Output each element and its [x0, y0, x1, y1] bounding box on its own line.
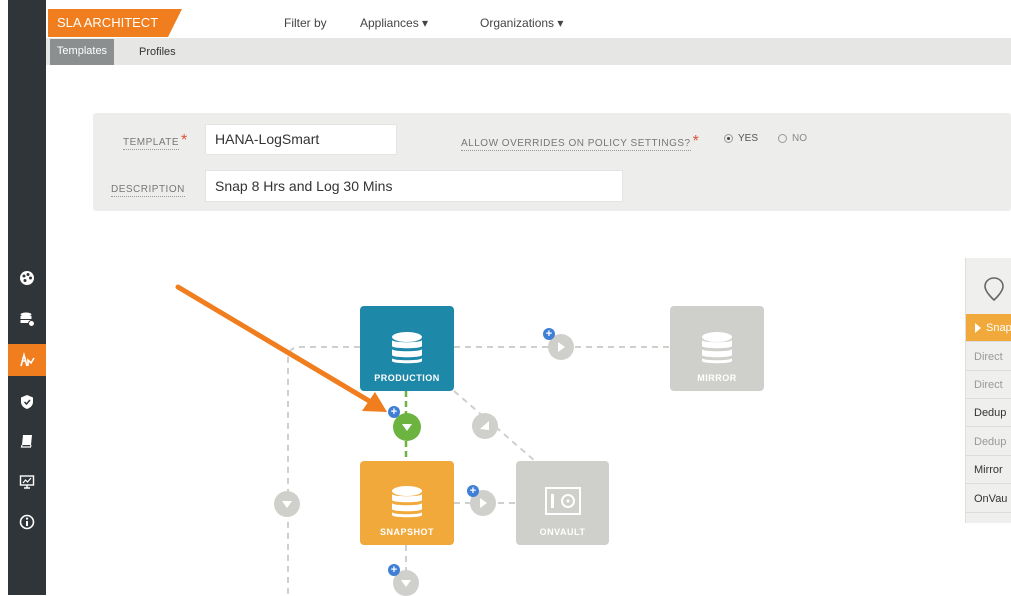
snapshot-node[interactable]: SNAPSHOT [360, 461, 454, 545]
palette-item-dedup-2[interactable]: Dedup [966, 428, 1011, 456]
palette-item-label: Direct [974, 351, 1003, 363]
palette-item-label: Snap [986, 322, 1011, 334]
chevron-right-icon [558, 342, 565, 352]
palette-item-label: OnVau [974, 493, 1008, 505]
palette-item-label: Dedup [974, 436, 1007, 448]
chevron-down-icon [401, 580, 411, 587]
side-branch-connector[interactable] [274, 491, 300, 517]
palette-item-dedup[interactable]: Dedup [966, 399, 1011, 427]
add-policy-plus-icon[interactable]: + [388, 406, 400, 418]
production-to-snapshot-connector[interactable] [393, 413, 421, 441]
palette-item-label: Dedup [974, 407, 1007, 419]
chevron-right-icon [480, 498, 487, 508]
snapshot-label: SNAPSHOT [379, 527, 434, 537]
palette-item-label: Direct [974, 379, 1003, 391]
palette-item-onvault[interactable]: OnVau [966, 485, 1011, 513]
chevron-down-icon [282, 501, 292, 508]
onvault-label: ONVAULT [539, 527, 586, 537]
palette-item-snap[interactable]: Snap [966, 314, 1011, 342]
caret-right-icon [975, 323, 981, 333]
database-icon [702, 332, 732, 364]
workflow-connectors [175, 284, 670, 595]
add-downstream-plus-icon[interactable]: + [388, 564, 400, 576]
chevron-down-icon [402, 424, 412, 431]
palette-item-direct-2[interactable]: Direct [966, 371, 1011, 399]
location-pin-icon [984, 277, 1004, 306]
palette-item-mirror[interactable]: Mirror [966, 456, 1011, 484]
database-icon [392, 486, 422, 518]
onvault-node[interactable]: ONVAULT [516, 461, 609, 545]
production-label: PRODUCTION [374, 373, 440, 383]
add-mirror-plus-icon[interactable]: + [543, 328, 555, 340]
vault-icon [544, 487, 581, 515]
production-node[interactable]: PRODUCTION [360, 306, 454, 391]
add-onvault-plus-icon[interactable]: + [467, 485, 479, 497]
mirror-label: MIRROR [697, 373, 737, 383]
production-to-onvault-connector[interactable] [472, 413, 498, 439]
palette-item-direct[interactable]: Direct [966, 343, 1011, 371]
chevron-up-left-icon [480, 421, 489, 430]
mirror-node[interactable]: MIRROR [670, 306, 764, 391]
database-icon [392, 332, 422, 364]
palette-item-label: Mirror [974, 464, 1003, 476]
